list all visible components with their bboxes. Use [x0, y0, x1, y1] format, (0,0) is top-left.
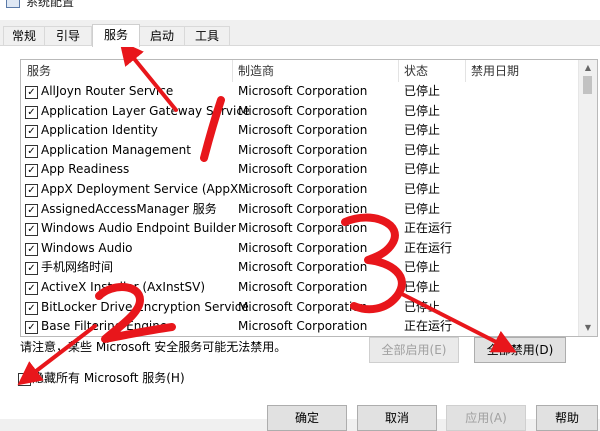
service-checkbox[interactable]: ✓: [25, 282, 38, 295]
scroll-up-icon[interactable]: ▲: [579, 60, 597, 76]
service-manufacturer: Microsoft Corporation: [238, 103, 368, 118]
service-checkbox[interactable]: ✓: [25, 164, 38, 178]
column-divider[interactable]: [232, 60, 233, 82]
window-title: 系统配置: [26, 0, 75, 9]
service-manufacturer: Microsoft Corporation: [238, 142, 368, 157]
service-manufacturer: Microsoft Corporation: [238, 162, 368, 177]
ok-button[interactable]: 确定: [267, 405, 347, 431]
service-checkbox[interactable]: ✓: [25, 86, 38, 99]
service-status: 已停止: [404, 201, 441, 216]
service-name: AppX Deployment Service (AppX...: [41, 182, 249, 196]
list-item[interactable]: ✓ ActiveX Installer (AxInstSV) Microsoft C…: [21, 278, 577, 298]
scroll-down-icon[interactable]: ▼: [579, 320, 597, 336]
service-status: 正在运行: [404, 221, 453, 236]
column-divider[interactable]: [465, 60, 466, 82]
tab-boot[interactable]: 引导: [44, 26, 92, 45]
service-status: 已停止: [404, 162, 441, 177]
service-manufacturer: Microsoft Corporation: [238, 84, 368, 98]
service-manufacturer: Microsoft Corporation: [238, 260, 368, 275]
cancel-button[interactable]: 取消: [357, 405, 437, 431]
service-status: 已停止: [404, 142, 441, 157]
list-item[interactable]: ✓ AllJoyn Router Service Microsoft Corpora…: [21, 82, 577, 102]
service-name: AllJoyn Router Service: [41, 84, 174, 98]
service-checkbox[interactable]: ✓: [25, 105, 38, 119]
scroll-thumb[interactable]: [583, 76, 592, 94]
list-item[interactable]: ✓ Windows Audio Endpoint Builder Microsoft…: [21, 219, 577, 239]
tab-general[interactable]: 常规: [3, 26, 45, 45]
service-checkbox[interactable]: ✓: [25, 223, 38, 237]
column-header-disabled-date[interactable]: 禁用日期: [471, 60, 519, 82]
service-status: 已停止: [404, 260, 441, 275]
tab-tools[interactable]: 工具: [184, 26, 230, 45]
column-header-manufacturer[interactable]: 制造商: [238, 60, 274, 82]
service-name: BitLocker Drive Encryption Service: [41, 299, 249, 314]
title-bar: 系统配置: [0, 0, 600, 20]
service-checkbox[interactable]: ✓: [25, 262, 38, 276]
list-item[interactable]: ✓ Application Management Microsoft Corpora…: [21, 141, 577, 161]
service-name: ActiveX Installer (AxInstSV): [41, 280, 206, 294]
service-name: Application Layer Gateway Service: [41, 103, 249, 118]
tab-bar: 常规 引导 服务 启动 工具: [0, 24, 600, 47]
service-status: 已停止: [404, 123, 441, 138]
hide-microsoft-services-checkbox[interactable]: [18, 373, 31, 386]
list-item[interactable]: ✓ 手机网络时间 Microsoft Corporation 已停止: [21, 258, 577, 278]
service-status: 已停止: [404, 182, 441, 196]
tab-services[interactable]: 服务: [92, 24, 140, 47]
service-manufacturer: Microsoft Corporation: [238, 221, 368, 236]
service-name: Application Management: [41, 142, 191, 157]
service-checkbox[interactable]: ✓: [25, 125, 38, 139]
service-manufacturer: Microsoft Corporation: [238, 280, 368, 294]
service-status: 已停止: [404, 103, 441, 118]
list-item[interactable]: ✓ AssignedAccessManager 服务 Microsoft Corpo…: [21, 200, 577, 220]
service-checkbox[interactable]: ✓: [25, 242, 38, 256]
column-divider[interactable]: [398, 60, 399, 82]
list-item[interactable]: ✓ BitLocker Drive Encryption Service Micro…: [21, 298, 577, 318]
service-status: 已停止: [404, 84, 441, 98]
vertical-scrollbar[interactable]: ▲ ▼: [578, 60, 597, 336]
column-header-status[interactable]: 状态: [404, 60, 428, 82]
list-header: 服务 制造商 状态 禁用日期: [21, 60, 577, 82]
service-manufacturer: Microsoft Corporation: [238, 240, 368, 255]
list-item[interactable]: ✓ Application Identity Microsoft Corporati…: [21, 121, 577, 141]
service-name: AssignedAccessManager 服务: [41, 201, 217, 216]
list-item[interactable]: ✓ Application Layer Gateway Service Micros…: [21, 102, 577, 122]
service-checkbox[interactable]: ✓: [25, 301, 38, 315]
service-manufacturer: Microsoft Corporation: [238, 201, 368, 216]
service-manufacturer: Microsoft Corporation: [238, 299, 368, 314]
service-status: 正在运行: [404, 319, 453, 334]
help-button[interactable]: 帮助: [536, 405, 598, 431]
list-item[interactable]: ✓ Base Filtering Engine Microsoft Corporat…: [21, 317, 577, 336]
app-icon: [6, 0, 20, 8]
column-header-service[interactable]: 服务: [27, 60, 51, 82]
service-checkbox[interactable]: ✓: [25, 184, 38, 197]
enable-all-button[interactable]: 全部启用(E): [369, 337, 459, 363]
service-name: Base Filtering Engine: [41, 319, 168, 334]
service-status: 已停止: [404, 280, 441, 294]
list-item[interactable]: ✓ Windows Audio Microsoft Corporation 正在运行: [21, 239, 577, 259]
apply-button[interactable]: 应用(A): [446, 405, 526, 431]
service-manufacturer: Microsoft Corporation: [238, 319, 368, 334]
service-checkbox[interactable]: ✓: [25, 144, 38, 158]
service-name: App Readiness: [41, 162, 130, 177]
service-status: 正在运行: [404, 240, 453, 255]
tab-startup[interactable]: 启动: [139, 26, 185, 45]
security-notice: 请注意，某些 Microsoft 安全服务可能无法禁用。: [20, 340, 287, 354]
service-name: Windows Audio: [41, 240, 133, 255]
service-checkbox[interactable]: ✓: [25, 203, 38, 217]
service-name: Application Identity: [41, 123, 158, 138]
service-manufacturer: Microsoft Corporation: [238, 182, 368, 196]
service-checkbox[interactable]: ✓: [25, 321, 38, 335]
list-item[interactable]: ✓ AppX Deployment Service (AppX... Microso…: [21, 180, 577, 200]
services-list[interactable]: 服务 制造商 状态 禁用日期 ✓ AllJoyn Router Service Mi…: [20, 59, 598, 337]
service-name: 手机网络时间: [41, 260, 114, 275]
list-item[interactable]: ✓ App Readiness Microsoft Corporation 已停止: [21, 160, 577, 180]
service-status: 已停止: [404, 299, 441, 314]
hide-microsoft-services-label[interactable]: 隐藏所有 Microsoft 服务(H): [32, 369, 185, 387]
service-manufacturer: Microsoft Corporation: [238, 123, 368, 138]
disable-all-button[interactable]: 全部禁用(D): [474, 337, 566, 363]
service-name: Windows Audio Endpoint Builder: [41, 221, 236, 236]
